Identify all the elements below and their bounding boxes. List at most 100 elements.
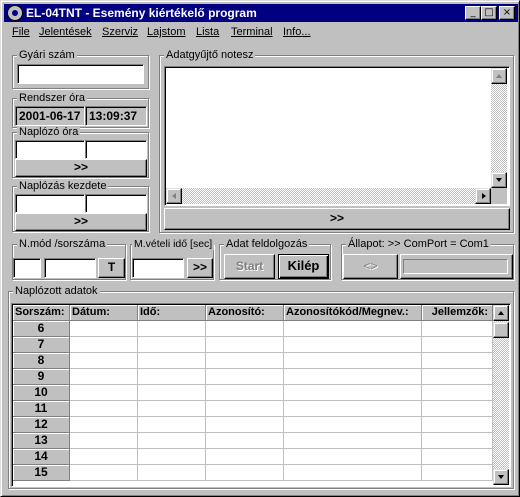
window-title: EL-04TNT - Esemény kiértékelő program	[26, 6, 257, 20]
table-cell[interactable]	[284, 449, 422, 465]
table-cell[interactable]	[284, 385, 422, 401]
table-cell[interactable]	[70, 353, 138, 369]
grid-scroll-thumb[interactable]	[493, 322, 509, 338]
table-cell[interactable]	[422, 321, 493, 337]
table-cell[interactable]	[422, 353, 493, 369]
notesz-vscroll[interactable]	[491, 68, 507, 188]
notesz-button[interactable]: >>	[164, 208, 510, 230]
table-cell[interactable]	[206, 337, 284, 353]
title-bar[interactable]: EL-04TNT - Esemény kiértékelő program _ …	[4, 4, 518, 22]
table-cell[interactable]	[422, 369, 493, 385]
column-header[interactable]: Azonosítókód/Megnev.:	[284, 305, 422, 321]
notesz-scroll-down-button[interactable]	[491, 172, 507, 188]
kezdete-date-field[interactable]	[15, 194, 85, 213]
grid-scroll-up-button[interactable]	[493, 305, 509, 321]
table-cell[interactable]	[206, 321, 284, 337]
table-cell[interactable]	[422, 385, 493, 401]
table-cell[interactable]	[70, 449, 138, 465]
table-cell[interactable]	[138, 353, 206, 369]
naplozott-grid[interactable]: Sorszám: Dátum: Idő: Azonosító: Azonosítókód…	[11, 303, 511, 487]
menu-jelentesek[interactable]: Jelentések	[39, 26, 92, 38]
app-icon[interactable]	[7, 5, 23, 21]
table-cell[interactable]	[284, 401, 422, 417]
table-cell[interactable]	[138, 433, 206, 449]
menu-lajstom[interactable]: Lajstom	[147, 26, 186, 38]
grid-scroll-down-button[interactable]	[493, 469, 509, 485]
allapot-button[interactable]: <>	[343, 254, 398, 279]
naplozo-time-field[interactable]	[85, 140, 147, 159]
menu-lista[interactable]: Lista	[196, 26, 219, 38]
table-cell[interactable]	[70, 369, 138, 385]
column-header[interactable]: Jellemzők:	[422, 305, 493, 321]
start-button[interactable]: Start	[224, 254, 275, 279]
table-cell[interactable]	[284, 417, 422, 433]
menu-terminal[interactable]: Terminal	[231, 26, 273, 38]
table-cell[interactable]	[138, 465, 206, 481]
menu-file[interactable]: File	[12, 26, 30, 38]
table-cell[interactable]	[206, 417, 284, 433]
table-cell[interactable]	[70, 433, 138, 449]
maximize-button[interactable]: □	[481, 6, 497, 20]
column-header[interactable]: Dátum:	[70, 305, 138, 321]
nmod-mode-field[interactable]	[13, 258, 41, 278]
table-cell[interactable]	[206, 369, 284, 385]
table-cell[interactable]	[422, 449, 493, 465]
notesz-hscroll[interactable]	[166, 188, 491, 204]
mveteli-field[interactable]	[132, 258, 184, 278]
menu-info-label: Info...	[283, 26, 311, 38]
naplozas-kezdete-button[interactable]: >>	[15, 213, 147, 231]
notesz-textarea[interactable]	[164, 66, 510, 206]
table-cell[interactable]	[138, 385, 206, 401]
table-cell[interactable]	[138, 321, 206, 337]
table-cell[interactable]	[284, 433, 422, 449]
table-cell[interactable]	[206, 465, 284, 481]
table-cell[interactable]	[70, 401, 138, 417]
column-header[interactable]: Azonosító:	[206, 305, 284, 321]
kezdete-time-field[interactable]	[85, 194, 147, 213]
mveteli-button[interactable]: >>	[187, 258, 213, 278]
table-cell[interactable]	[422, 401, 493, 417]
table-cell[interactable]	[138, 401, 206, 417]
table-cell[interactable]	[422, 433, 493, 449]
table-cell[interactable]	[422, 337, 493, 353]
table-cell[interactable]	[70, 385, 138, 401]
kilep-button[interactable]: Kilép	[278, 254, 329, 279]
table-cell[interactable]	[138, 449, 206, 465]
table-cell[interactable]	[70, 417, 138, 433]
nmod-number-field[interactable]	[44, 258, 96, 278]
table-cell[interactable]	[138, 369, 206, 385]
table-cell[interactable]	[138, 337, 206, 353]
notesz-scroll-right-button[interactable]	[475, 188, 491, 204]
table-cell[interactable]	[284, 353, 422, 369]
close-button[interactable]: ×	[499, 6, 515, 20]
table-cell[interactable]	[138, 417, 206, 433]
table-cell[interactable]	[206, 449, 284, 465]
table-cell[interactable]	[284, 465, 422, 481]
menu-info[interactable]: Info...	[283, 26, 311, 38]
naplozo-ora-button[interactable]: >>	[15, 159, 147, 177]
naplozo-date-field[interactable]	[15, 140, 85, 159]
table-cell[interactable]	[206, 401, 284, 417]
table-cell[interactable]	[206, 385, 284, 401]
table-cell[interactable]	[284, 369, 422, 385]
mveteli-label: M.vételi idő [sec]	[132, 238, 215, 250]
table-cell[interactable]	[70, 465, 138, 481]
down-arrow-icon	[496, 178, 502, 182]
column-header[interactable]: Idő:	[138, 305, 206, 321]
gyari-szam-field[interactable]	[17, 64, 144, 84]
menu-szerviz[interactable]: Szerviz	[102, 26, 138, 38]
table-cell[interactable]	[206, 353, 284, 369]
minimize-button[interactable]: _	[465, 6, 481, 20]
nmod-t-button[interactable]: T	[98, 258, 125, 278]
table-cell[interactable]	[284, 337, 422, 353]
table-cell[interactable]	[284, 321, 422, 337]
table-cell[interactable]	[422, 465, 493, 481]
table-cell[interactable]	[422, 417, 493, 433]
table-cell[interactable]	[70, 321, 138, 337]
notesz-scroll-left-button[interactable]	[166, 188, 182, 204]
table-cell[interactable]	[70, 337, 138, 353]
notesz-scroll-up-button[interactable]	[491, 68, 507, 84]
column-header[interactable]: Sorszám:	[13, 305, 70, 321]
grid-vscroll[interactable]	[493, 305, 509, 485]
table-cell[interactable]	[206, 433, 284, 449]
